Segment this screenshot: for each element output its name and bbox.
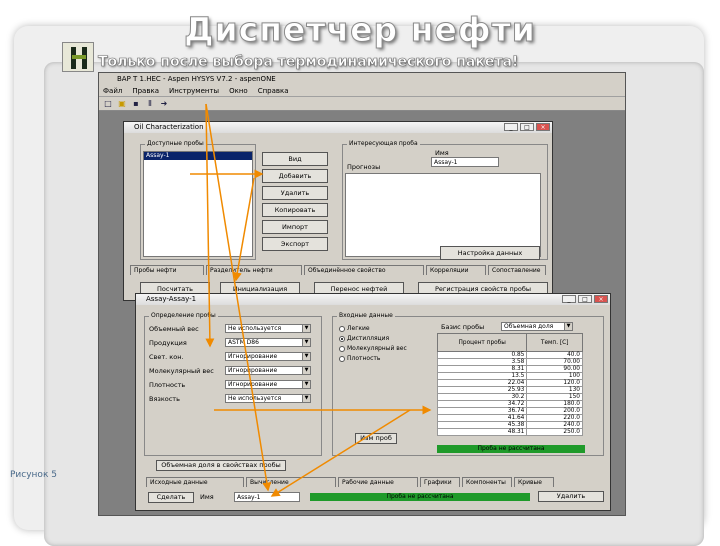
annotation-arrow: [205, 103, 272, 492]
annotation-arrows: [190, 103, 432, 497]
annotation-arrow: [205, 103, 215, 348]
annotation-arrow: [270, 409, 411, 497]
annotation-arrow: [232, 177, 255, 282]
